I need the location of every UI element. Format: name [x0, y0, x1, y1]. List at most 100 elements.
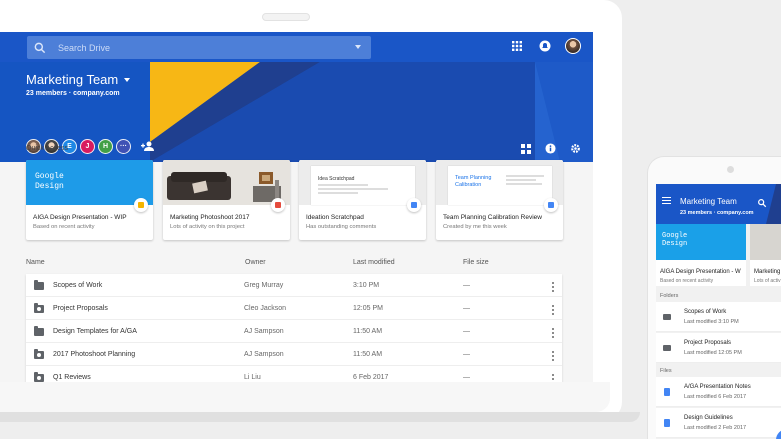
doc-file-icon [664, 419, 670, 427]
member-avatar[interactable]: J [80, 138, 95, 154]
item-name: Design Guidelines [684, 415, 733, 421]
doc-file-icon [407, 198, 421, 212]
card-title: AIGA Design Presentation - W [660, 269, 741, 275]
table-row[interactable]: Design Templates for A/GA AJ Sampson 11:… [26, 320, 562, 343]
folder-icon [663, 345, 671, 351]
menu-icon[interactable] [662, 197, 671, 204]
file-size: — [463, 328, 470, 335]
phone-frame: Marketing Team 23 members · company.com … [648, 157, 781, 439]
column-file-size[interactable]: File size [463, 259, 489, 266]
more-vert-icon[interactable] [552, 328, 554, 338]
card-subtitle: Lots of activ [754, 278, 781, 284]
file-name: 2017 Photoshoot Planning [53, 351, 136, 358]
file-name: Scopes of Work [53, 282, 103, 289]
chevron-down-icon [124, 77, 131, 82]
folder-icon [34, 280, 44, 290]
more-vert-icon[interactable] [552, 305, 554, 315]
phone-app-bar: Marketing Team 23 members · company.com [656, 184, 781, 224]
top-bar [0, 32, 593, 62]
search-icon [34, 42, 46, 53]
shared-folder-icon [34, 349, 44, 359]
file-modified: 11:50 AM [353, 328, 383, 335]
shared-folder-icon [34, 372, 44, 382]
settings-gear-icon[interactable] [570, 141, 581, 159]
card-title: Ideation Scratchpad [306, 214, 364, 221]
card-thumb-text: Google Design [662, 232, 688, 248]
card-subtitle: Created by me this week [443, 224, 507, 230]
file-size: — [463, 305, 470, 312]
image-file-icon [271, 198, 285, 212]
folder-icon [663, 314, 671, 320]
account-avatar[interactable] [565, 38, 581, 54]
list-item[interactable]: A/GA Presentation Notes Last modified 6 … [656, 377, 781, 407]
add-people-icon[interactable] [140, 138, 156, 154]
card-title: Marketing [754, 269, 781, 275]
quick-access-card[interactable]: Google Design AIGA Design Presentation -… [26, 160, 153, 240]
more-vert-icon[interactable] [552, 282, 554, 292]
phone-camera [727, 166, 734, 173]
team-domain: company.com [73, 90, 120, 97]
quick-access-card[interactable]: Idea Scratchpad Ideation Scratchpad Has … [299, 160, 426, 240]
table-row[interactable]: Project Proposals Cleo Jackson 12:05 PM … [26, 297, 562, 320]
card-title: Team Planning Calibration Review [443, 214, 542, 221]
team-meta: 23 members · company.com [26, 90, 120, 97]
member-avatar[interactable]: H [98, 138, 113, 154]
card-title: Marketing Photoshoot 2017 [170, 214, 250, 221]
card-thumb-text: Idea Scratchpad [318, 176, 355, 182]
phone-quick-card[interactable]: Marketing Lots of activ [750, 224, 781, 286]
folders-section-label: Folders [660, 293, 679, 299]
column-last-modified[interactable]: Last modified [353, 259, 395, 266]
quick-access-label: Quick Access [26, 145, 69, 152]
team-title: Marketing Team [26, 72, 119, 87]
team-banner: Marketing Team 23 members · company.com … [0, 62, 593, 162]
card-thumb-text: Google Design [35, 172, 64, 191]
file-name: Design Templates for A/GA [53, 328, 137, 335]
column-owner[interactable]: Owner [245, 259, 266, 266]
info-icon[interactable] [545, 141, 556, 159]
notifications-icon[interactable] [537, 38, 553, 54]
apps-grid-icon[interactable] [509, 38, 525, 54]
grid-view-icon[interactable] [521, 141, 531, 159]
more-vert-icon[interactable] [552, 351, 554, 361]
members-count: 23 members [26, 90, 67, 97]
phone-title: Marketing Team [680, 197, 737, 206]
column-name[interactable]: Name [26, 259, 45, 266]
item-name: A/GA Presentation Notes [684, 384, 751, 390]
quick-access-card[interactable]: Team Planning Calibration Team Planning … [436, 160, 563, 240]
file-name: Project Proposals [53, 305, 108, 312]
list-item[interactable]: Design Guidelines Last modified 2 Feb 20… [656, 408, 781, 438]
phone-subtitle: 23 members · company.com [680, 210, 754, 216]
team-name[interactable]: Marketing Team [26, 72, 131, 87]
file-owner: AJ Sampson [244, 351, 284, 358]
card-title: AIGA Design Presentation - WIP [33, 214, 127, 221]
photo-thumbnail [750, 224, 781, 260]
files-section-label: Files [660, 368, 672, 374]
laptop-base-cover [0, 382, 610, 412]
shared-folder-icon [34, 303, 44, 313]
item-name: Scopes of Work [684, 309, 727, 315]
card-subtitle: Has outstanding comments [306, 224, 377, 230]
file-modified: 3:10 PM [353, 282, 380, 289]
file-owner: AJ Sampson [244, 328, 284, 335]
file-modified: 6 Feb 2017 [353, 374, 389, 381]
search-bar[interactable] [27, 36, 371, 59]
card-subtitle: Based on recent activity [660, 278, 714, 284]
folder-icon [34, 326, 44, 336]
more-members-icon[interactable]: ··· [116, 138, 131, 154]
laptop-base-shadow [0, 412, 640, 422]
table-row[interactable]: 2017 Photoshoot Planning AJ Sampson 11:5… [26, 343, 562, 366]
search-options-icon[interactable] [355, 45, 361, 49]
file-size: — [463, 282, 470, 289]
phone-quick-card[interactable]: Google Design AIGA Design Presentation -… [656, 224, 746, 286]
table-row[interactable]: Scopes of Work Greg Murray 3:10 PM — [26, 274, 562, 297]
file-modified: 11:50 AM [353, 351, 383, 358]
quick-access-card[interactable]: Marketing Photoshoot 2017 Lots of activi… [163, 160, 290, 240]
item-name: Project Proposals [684, 340, 732, 346]
file-owner: Li Liu [244, 374, 261, 381]
list-item[interactable]: Project Proposals Last modified 12:05 PM [656, 333, 781, 363]
list-item[interactable]: Scopes of Work Last modified 3:10 PM [656, 302, 781, 332]
search-input[interactable] [58, 42, 338, 53]
item-subtitle: Last modified 6 Feb 2017 [684, 394, 747, 400]
search-icon[interactable] [757, 198, 767, 208]
item-subtitle: Last modified 3:10 PM [684, 319, 739, 325]
